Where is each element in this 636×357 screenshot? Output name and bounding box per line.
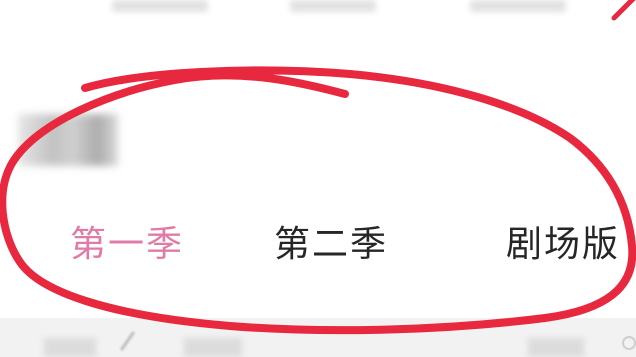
blurred-top-content xyxy=(470,0,566,12)
season-tab-bar: 第一季 第二季 剧场版 xyxy=(0,220,636,270)
tab-season-1[interactable]: 第一季 xyxy=(70,220,184,270)
red-annotation-circle xyxy=(0,0,636,335)
blurred-top-content xyxy=(290,0,376,12)
circle-icon xyxy=(622,336,636,350)
blurred-bottom-content xyxy=(528,338,584,357)
tab-season-2[interactable]: 第二季 xyxy=(274,220,388,270)
bottom-content-strip xyxy=(0,318,636,357)
tab-movie[interactable]: 剧场版 xyxy=(506,220,620,270)
blurred-bottom-content xyxy=(184,338,242,357)
annotation-stroke-top xyxy=(611,0,636,21)
blurred-section-title xyxy=(18,114,118,166)
annotation-stroke xyxy=(0,66,636,335)
blurred-bottom-content xyxy=(44,338,96,357)
screen: 第一季 第二季 剧场版 xyxy=(0,0,636,357)
blurred-top-content xyxy=(112,0,208,12)
